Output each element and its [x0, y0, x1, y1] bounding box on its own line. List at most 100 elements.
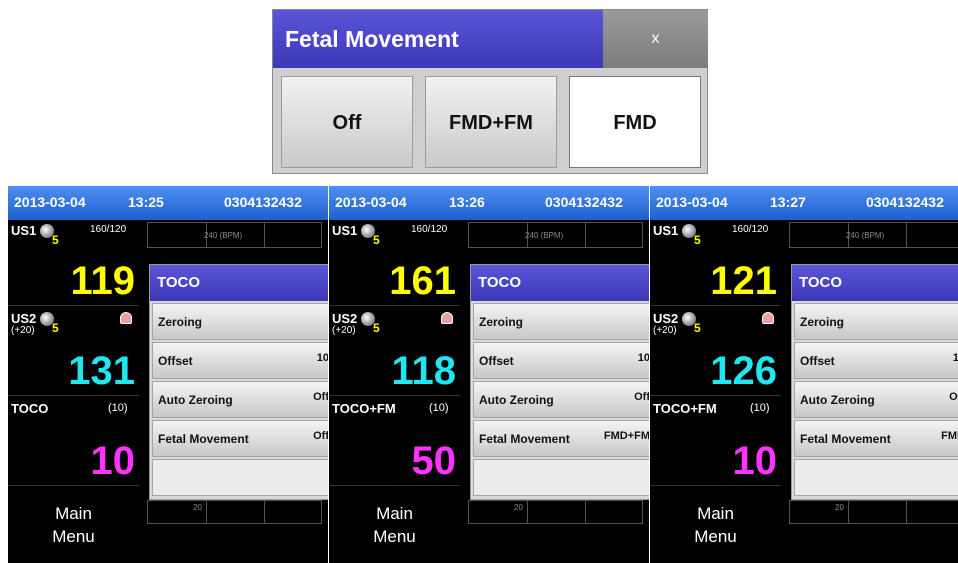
toco-settings-panel: TOCO Zeroing Offset 10 Auto Zeroing Off …: [791, 264, 958, 500]
fhr-grid: 240 (BPM): [468, 222, 643, 248]
main-menu-button[interactable]: Main Menu: [650, 490, 781, 563]
us2-section[interactable]: US2 (+20) 5 126: [650, 308, 781, 396]
grid-line: [585, 223, 586, 247]
toco-label: TOCO+FM: [653, 401, 717, 416]
vitals-column: US1 5 160/120 119 US2 (+20) 5 131 TOCO (…: [8, 220, 139, 563]
toco-scale-label: 20: [193, 503, 202, 512]
row-label: Auto Zeroing: [479, 393, 554, 407]
toco-scale: (10): [429, 402, 449, 414]
panel-title: TOCO: [150, 265, 328, 301]
option-fmd-button[interactable]: FMD: [569, 76, 701, 168]
auto-zeroing-row[interactable]: Auto Zeroing Off: [152, 381, 328, 418]
us1-section[interactable]: US1 5 160/120 121: [650, 220, 781, 306]
fhr-grid: 240 (BPM): [789, 222, 958, 248]
empty-row: [794, 459, 958, 496]
toco-grid: 20: [789, 500, 958, 524]
us2-value: 131: [68, 349, 135, 393]
us2-offset: (+20): [11, 325, 35, 336]
fhr-grid: 240 (BPM): [147, 222, 322, 248]
patient-id-text: 0304132432: [224, 194, 302, 210]
us2-value: 118: [391, 349, 456, 393]
toco-scale: (10): [750, 402, 770, 414]
zeroing-row[interactable]: Zeroing: [152, 303, 328, 340]
us2-offset: (+20): [653, 325, 677, 336]
auto-zeroing-row[interactable]: Auto Zeroing Off: [473, 381, 649, 418]
us1-section[interactable]: US1 5 160/120 119: [8, 220, 139, 306]
row-value: Off: [634, 391, 649, 403]
grid-line: [906, 223, 907, 247]
row-label: Zeroing: [158, 315, 202, 329]
row-value: Off: [949, 391, 958, 403]
us1-alarm-range: 160/120: [411, 224, 448, 235]
toco-settings-panel: TOCO Zeroing Offset 10 Auto Zeroing Off …: [470, 264, 649, 500]
toco-label: TOCO+FM: [332, 401, 396, 416]
zeroing-row[interactable]: Zeroing: [794, 303, 958, 340]
fetal-movement-row[interactable]: Fetal Movement FMD+FM: [473, 420, 649, 457]
toco-scale: (10): [108, 402, 128, 414]
grid-line: [906, 501, 907, 523]
main-menu-button[interactable]: Main Menu: [329, 490, 460, 563]
row-label: Fetal Movement: [479, 432, 570, 446]
us2-section[interactable]: US2 (+20) 5 131: [8, 308, 139, 396]
row-label: Offset: [479, 354, 514, 368]
row-label: Offset: [158, 354, 193, 368]
us2-offset: (+20): [332, 325, 356, 336]
fetal-movement-row[interactable]: Fetal Movement FMD: [794, 420, 958, 457]
toco-value: 10: [90, 439, 136, 483]
dialog-close-button[interactable]: x: [603, 10, 708, 68]
grid-line: [527, 501, 528, 523]
vitals-column: US1 5 160/120 161 US2 (+20) 5 118 TOCO+F…: [329, 220, 460, 563]
offset-row[interactable]: Offset 10: [152, 342, 328, 379]
vitals-column: US1 5 160/120 121 US2 (+20) 5 126 TOCO+F…: [650, 220, 781, 563]
panel-title: TOCO: [471, 265, 649, 301]
trace-area: 240 (BPM) TOCO Zeroing Offset 10 Auto Ze…: [141, 220, 328, 563]
us1-probe-number: 5: [52, 233, 59, 247]
main-menu-line2: Menu: [52, 527, 95, 546]
auto-zeroing-row[interactable]: Auto Zeroing Off: [794, 381, 958, 418]
date-text: 2013-03-04: [656, 194, 728, 210]
fetal-movement-row[interactable]: Fetal Movement Off: [152, 420, 328, 457]
us2-label: US2: [11, 311, 37, 326]
us2-probe-number: 5: [694, 321, 701, 335]
us1-section[interactable]: US1 5 160/120 161: [329, 220, 460, 306]
toco-section[interactable]: TOCO+FM (10) 10: [650, 398, 781, 486]
toco-settings-panel: TOCO Zeroing Offset 10 Auto Zeroing Off …: [149, 264, 328, 500]
toco-grid: 20: [147, 500, 322, 524]
date-text: 2013-03-04: [335, 194, 407, 210]
us2-section[interactable]: US2 (+20) 5 118: [329, 308, 460, 396]
grid-line: [585, 501, 586, 523]
grid-line: [264, 501, 265, 523]
trace-area: 240 (BPM) TOCO Zeroing Offset 10 Auto Ze…: [783, 220, 958, 563]
us2-value: 126: [710, 349, 777, 393]
offset-row[interactable]: Offset 10: [794, 342, 958, 379]
panel-title: TOCO: [792, 265, 958, 301]
alarm-bell-icon: [441, 312, 453, 324]
time-text: 13:27: [770, 194, 806, 210]
status-bar: 2013-03-04 13:27 0304132432: [650, 186, 958, 220]
trace-area: 240 (BPM) TOCO Zeroing Offset 10 Auto Ze…: [462, 220, 649, 563]
main-menu-button[interactable]: Main Menu: [8, 490, 139, 563]
bpm-scale-label: 240 (BPM): [846, 231, 885, 240]
row-value: 10: [316, 352, 328, 364]
toco-value: 50: [411, 439, 457, 483]
row-label: Zeroing: [800, 315, 844, 329]
row-value: 10: [952, 352, 958, 364]
monitor-screen-3: 2013-03-04 13:27 0304132432 US1 5 160/12…: [650, 186, 958, 563]
toco-label: TOCO: [11, 401, 49, 416]
option-fmd-fm-button[interactable]: FMD+FM: [425, 76, 557, 168]
us1-label: US1: [653, 223, 679, 238]
grid-line: [206, 501, 207, 523]
main-menu-line2: Menu: [694, 527, 737, 546]
main-menu-line2: Menu: [373, 527, 416, 546]
toco-section[interactable]: TOCO (10) 10: [8, 398, 139, 486]
bpm-scale-label: 240 (BPM): [204, 231, 243, 240]
us1-alarm-range: 160/120: [732, 224, 769, 235]
us2-label: US2: [332, 311, 358, 326]
option-off-button[interactable]: Off: [281, 76, 413, 168]
offset-row[interactable]: Offset 10: [473, 342, 649, 379]
us1-value: 119: [70, 259, 135, 303]
zeroing-row[interactable]: Zeroing: [473, 303, 649, 340]
toco-section[interactable]: TOCO+FM (10) 50: [329, 398, 460, 486]
us2-label: US2: [653, 311, 679, 326]
toco-value: 10: [732, 439, 778, 483]
